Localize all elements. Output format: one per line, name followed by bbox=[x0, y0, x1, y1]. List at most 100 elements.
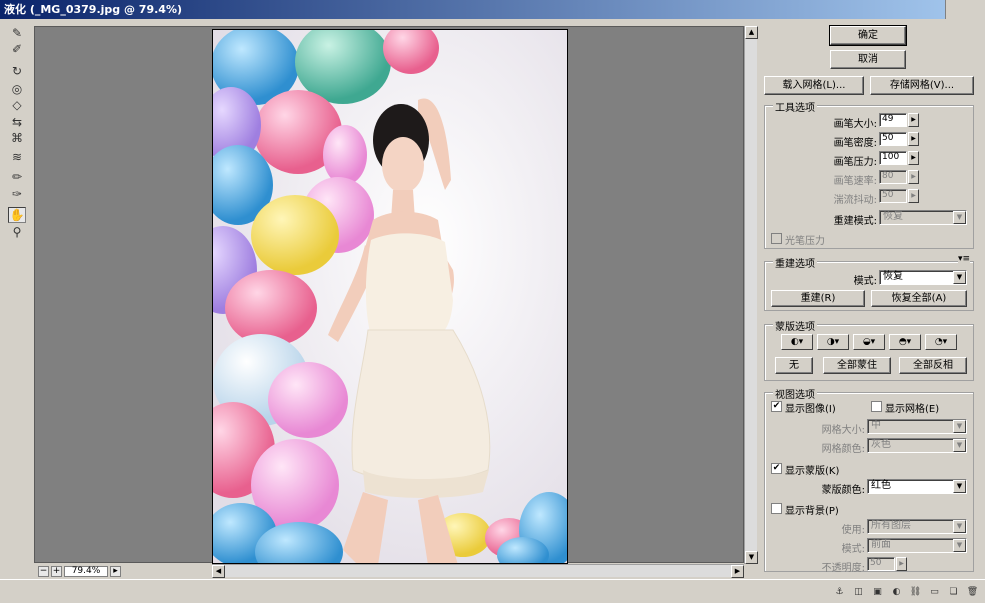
reconstruct-tool-icon[interactable]: ✐ bbox=[8, 41, 26, 57]
add-to-selection-icon[interactable]: ◑▾ bbox=[817, 334, 849, 350]
show-mask-checkbox[interactable]: ✔ bbox=[771, 463, 782, 474]
adjust-icon[interactable]: ◐ bbox=[890, 586, 903, 598]
pucker-tool-icon[interactable]: ◎ bbox=[8, 81, 26, 97]
zoom-tool-icon[interactable]: ⚲ bbox=[8, 224, 26, 240]
panel-menu-icon[interactable]: ▾≡ bbox=[957, 254, 970, 264]
forward-warp-tool-icon[interactable]: ✎ bbox=[8, 25, 26, 41]
show-mesh-checkbox[interactable] bbox=[871, 401, 882, 412]
cancel-button[interactable]: 取消 bbox=[830, 50, 906, 69]
restore-all-button[interactable]: 恢复全部(A) bbox=[871, 290, 967, 307]
mask-color-value: 红色 bbox=[871, 480, 891, 491]
mesh-color-value: 灰色 bbox=[871, 439, 891, 450]
brush-pressure-input[interactable]: 100 bbox=[879, 151, 907, 165]
ok-button[interactable]: 确定 bbox=[829, 25, 907, 46]
bucket-icon[interactable]: ◫ bbox=[852, 586, 865, 598]
layer-icon[interactable]: ▣ bbox=[871, 586, 884, 598]
twirl-clockwise-tool-icon[interactable]: ↻ bbox=[8, 63, 26, 79]
thaw-mask-tool-icon[interactable]: ✑ bbox=[8, 186, 26, 202]
reconstruct-options-group: 重建选项 ▾≡ 模式: 恢复 ▼ 重建(R) 恢复全部(A) bbox=[764, 254, 974, 311]
mesh-size-value: 中 bbox=[871, 420, 881, 431]
show-mask-label: 显示蒙版(K) bbox=[785, 466, 840, 477]
brush-density-arrow-icon[interactable]: ▶ bbox=[908, 132, 919, 146]
bloat-tool-icon[interactable]: ◇ bbox=[8, 97, 26, 113]
show-backdrop-label: 显示背景(P) bbox=[785, 506, 839, 517]
link-icon[interactable]: ⛓ bbox=[909, 586, 922, 598]
view-options-group: 视图选项 ✔ 显示图像(I) 显示网格(E) 网格大小: 中 ▼ 网格颜色: 灰… bbox=[764, 386, 974, 574]
window-title-bar: 液化 (_MG_0379.jpg @ 79.4%) bbox=[0, 0, 985, 19]
reconstruct-mode-dropdown[interactable]: 恢复 ▼ bbox=[879, 270, 967, 285]
brush-size-arrow-icon[interactable]: ▶ bbox=[908, 113, 919, 127]
hand-tool-icon[interactable]: ✋ bbox=[8, 207, 26, 223]
brush-size-input[interactable]: 49 bbox=[879, 113, 907, 127]
save-mesh-button[interactable]: 存储网格(V)... bbox=[870, 76, 974, 95]
subtract-from-selection-icon[interactable]: ◒▾ bbox=[853, 334, 885, 350]
opacity-arrow-icon: ▶ bbox=[896, 557, 907, 571]
vertical-scrollbar[interactable]: ▲ ▼ bbox=[744, 26, 758, 564]
opacity-input: 50 bbox=[867, 557, 895, 571]
turbulence-tool-icon[interactable]: ≋ bbox=[8, 149, 26, 165]
brush-pressure-arrow-icon[interactable]: ▶ bbox=[908, 151, 919, 165]
show-image-checkbox[interactable]: ✔ bbox=[771, 401, 782, 412]
reconstruct-options-title: 重建选项 bbox=[773, 255, 817, 270]
scroll-up-icon[interactable]: ▲ bbox=[745, 26, 758, 39]
reconstruct-mode-label-2: 模式: bbox=[853, 276, 877, 287]
scroll-down-icon[interactable]: ▼ bbox=[745, 551, 758, 564]
chevron-down-icon: ▼ bbox=[953, 439, 966, 452]
chevron-down-icon[interactable]: ▼ bbox=[953, 480, 966, 493]
brush-rate-input: 80 bbox=[879, 170, 907, 184]
opacity-label: 不透明度: bbox=[821, 563, 865, 574]
mask-options-title: 蒙版选项 bbox=[773, 318, 817, 333]
load-mesh-button[interactable]: 载入网格(L)... bbox=[764, 76, 864, 95]
stylus-pressure-label: 光笔压力 bbox=[785, 236, 825, 247]
tool-options-group: 工具选项 画笔大小: 49 ▶ 画笔密度: 50 ▶ 画笔压力: 100 ▶ 画… bbox=[764, 99, 974, 249]
mesh-size-label: 网格大小: bbox=[821, 425, 865, 436]
brush-rate-label: 画笔速率: bbox=[833, 176, 877, 187]
zoom-out-button[interactable]: − bbox=[38, 566, 49, 577]
mask-color-select[interactable]: 红色 ▼ bbox=[867, 479, 967, 494]
preview-image[interactable] bbox=[212, 29, 568, 564]
mask-all-button[interactable]: 全部蒙住 bbox=[823, 357, 891, 374]
push-left-tool-icon[interactable]: ⇆ bbox=[8, 114, 26, 130]
options-panel: 确定 取消 载入网格(L)... 存储网格(V)... 工具选项 画笔大小: 4… bbox=[760, 19, 980, 579]
use-label: 使用: bbox=[841, 525, 865, 536]
view-options-title: 视图选项 bbox=[773, 386, 817, 401]
zoom-in-button[interactable]: + bbox=[51, 566, 62, 577]
brush-pressure-label: 画笔压力: bbox=[833, 157, 877, 168]
photo-preview bbox=[213, 30, 567, 563]
use-select: 所有图层 ▼ bbox=[867, 519, 967, 534]
chevron-down-icon: ▼ bbox=[953, 420, 966, 433]
invert-selection-icon[interactable]: ◔▾ bbox=[925, 334, 957, 350]
scroll-right-icon[interactable]: ▶ bbox=[731, 565, 744, 578]
mirror-tool-icon[interactable]: ⌘ bbox=[8, 130, 26, 146]
show-backdrop-checkbox[interactable] bbox=[771, 503, 782, 514]
reconstruct-mode-select: 恢复 ▼ bbox=[879, 210, 967, 225]
chevron-down-icon[interactable]: ▼ bbox=[953, 271, 966, 284]
turbulent-jitter-input: 50 bbox=[879, 189, 907, 203]
zoom-menu-icon[interactable]: ▸ bbox=[110, 566, 121, 577]
brush-size-label: 画笔大小: bbox=[833, 119, 877, 130]
backdrop-mode-select: 前面 ▼ bbox=[867, 538, 967, 553]
brush-density-label: 画笔密度: bbox=[833, 138, 877, 149]
brush-rate-arrow-icon: ▶ bbox=[908, 170, 919, 184]
mask-none-button[interactable]: 无 bbox=[775, 357, 813, 374]
scroll-left-icon[interactable]: ◀ bbox=[212, 565, 225, 578]
zoom-level-field[interactable]: 79.4% bbox=[64, 566, 108, 577]
reconstruct-mode-label: 重建模式: bbox=[833, 216, 877, 227]
trash-icon[interactable]: 🗑 bbox=[966, 586, 979, 598]
canvas-workspace[interactable] bbox=[34, 26, 744, 564]
mask-color-label: 蒙版颜色: bbox=[821, 485, 865, 496]
reconstruct-button[interactable]: 重建(R) bbox=[771, 290, 865, 307]
stylus-pressure-checkbox bbox=[771, 233, 782, 244]
show-image-label: 显示图像(I) bbox=[785, 404, 836, 415]
freeze-mask-tool-icon[interactable]: ✏ bbox=[8, 169, 26, 185]
chevron-down-icon: ▼ bbox=[953, 539, 966, 552]
invert-all-button[interactable]: 全部反相 bbox=[899, 357, 967, 374]
intersect-selection-icon[interactable]: ◓▾ bbox=[889, 334, 921, 350]
horizontal-scrollbar[interactable]: ◀ ▶ bbox=[212, 564, 744, 578]
use-value: 所有图层 bbox=[871, 520, 911, 531]
anchor-icon[interactable]: ⚓ bbox=[833, 586, 846, 598]
new-icon[interactable]: ❏ bbox=[947, 586, 960, 598]
brush-density-input[interactable]: 50 bbox=[879, 132, 907, 146]
replace-selection-icon[interactable]: ◐▾ bbox=[781, 334, 813, 350]
folder-icon[interactable]: ▭ bbox=[928, 586, 941, 598]
